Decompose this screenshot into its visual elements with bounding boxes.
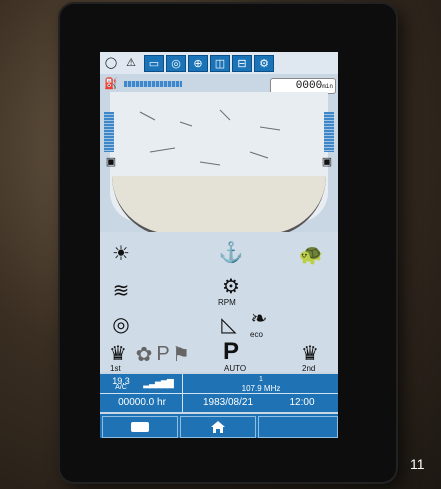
gear-1st-label: 1st [110, 364, 121, 373]
function-panel: ☀ ⚓ 🐢 ≋ ⚙ RPM ◎ ◺ ❧ eco ♛ 1st ✿ P ⚑ P AU… [100, 232, 338, 373]
timer-unit: min [322, 83, 333, 90]
speed-limit-icon[interactable]: ◎ [108, 312, 134, 336]
hook-icon[interactable]: ⚓ [218, 238, 244, 266]
battery-icon: ▭ [144, 55, 164, 72]
menu-button[interactable] [102, 416, 178, 438]
radio-freq: 107.9 MHz [241, 384, 281, 393]
beacon-icon: ⚑ [172, 343, 190, 366]
ac-label: A/C [115, 384, 127, 391]
filter-icon: ◫ [210, 55, 230, 72]
engine-rpm-icon[interactable]: ⚙ [218, 274, 244, 298]
parking-icon: P [156, 342, 170, 365]
travel-speed-icon[interactable]: 🐢 [298, 244, 324, 266]
work-light-icon[interactable]: ☀ [108, 240, 134, 266]
hour-meter-unit: hr [157, 397, 166, 408]
figure-number: 11 [410, 456, 425, 472]
attachment-icon: ✿ [135, 343, 153, 366]
card-icon [131, 422, 149, 432]
info-bar: 19.3 A/C ▂▃▅▆▇ 1 107.9 MHz 00000.0 hr 19… [100, 374, 338, 412]
bucket-edge [112, 176, 326, 237]
info-divider-h [100, 393, 338, 394]
auto-parking-icon[interactable]: P [218, 338, 244, 366]
eco-icon[interactable]: ❧ [248, 308, 270, 330]
fuel-gauge-icon: ⛽ [104, 78, 118, 90]
time-display: 12:00 [289, 397, 315, 408]
coolant-icon: ⊕ [188, 55, 208, 72]
engine-icon: ◯ [104, 57, 118, 69]
blank-soft-button[interactable] [258, 416, 338, 438]
soft-key-bar [100, 414, 338, 438]
gear-2nd-label: 2nd [302, 364, 316, 373]
left-level-bar [104, 112, 114, 152]
home-button[interactable] [180, 416, 256, 438]
timer-value: 0000 [295, 80, 323, 92]
home-icon [211, 421, 225, 433]
oil-pressure-icon: ◎ [166, 55, 186, 72]
fuel-level-bar [124, 81, 182, 87]
right-level-bar [324, 112, 334, 152]
left-camera-icon: ▣ [105, 156, 117, 168]
warning-icon: ⚠ [126, 57, 136, 69]
gear-1st-icon[interactable]: ♛ [106, 342, 130, 365]
right-camera-icon: ▣ [321, 156, 333, 168]
auto-label: AUTO [224, 364, 247, 373]
wiper-icon[interactable]: ◺ [216, 312, 242, 336]
hour-meter: 00000.0 hr [104, 397, 180, 408]
indicator-strip: ◯ ⚠ ▭ ◎ ⊕ ◫ ⊟ ⚙ [100, 52, 338, 74]
date-display: 1983/08/21 [202, 397, 254, 408]
preheat-icon: ⚙ [254, 55, 274, 72]
eco-label: eco [250, 330, 263, 339]
monitor-screen: ◯ ⚠ ▭ ◎ ⊕ ◫ ⊟ ⚙ ⛽ 0000min ▣ ▣ ☀ ⚓ 🐢 ≋ ⚙ … [100, 52, 338, 438]
auto-idle-icon[interactable]: ≋ [108, 278, 134, 302]
hour-meter-value: 00000.0 [118, 397, 155, 408]
rpm-mode-label: RPM [218, 298, 236, 307]
fan-level-icon: ▂▃▅▆▇ [143, 378, 174, 388]
radio-label: 1 [259, 376, 263, 383]
fuel-filter-icon: ⊟ [232, 55, 252, 72]
gear-2nd-icon[interactable]: ♛ [298, 342, 322, 365]
